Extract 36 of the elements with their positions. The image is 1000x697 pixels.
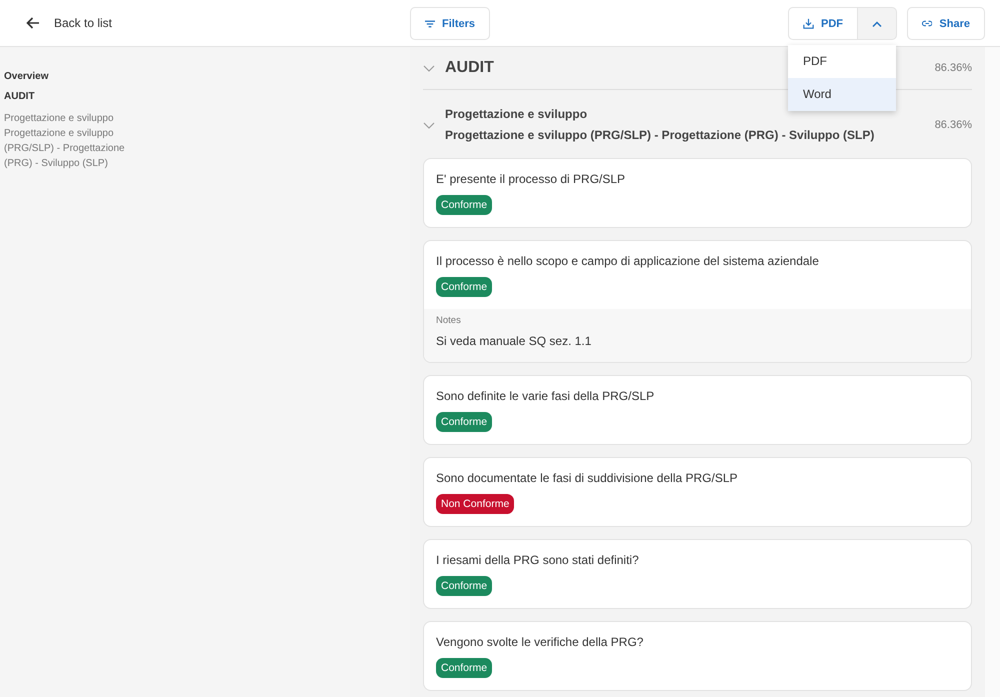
question-text: Vengono svolte le verifiche della PRG? xyxy=(436,635,644,649)
question-text: Sono definite le varie fasi della PRG/SLP xyxy=(436,389,654,403)
pdf-export-button[interactable]: PDF xyxy=(788,7,858,40)
section-title: AUDIT xyxy=(445,59,494,77)
sidebar-item[interactable]: Progettazione e sviluppo Progettazione e sviluppo (PRG/SLP) - Progettazione (PRG) - Sviluppo (SLP) xyxy=(4,111,134,171)
subsection-title: Progettazione e sviluppo xyxy=(445,106,588,123)
status-badge: Conforme xyxy=(436,277,492,297)
back-link[interactable]: Back to list xyxy=(26,12,112,34)
status-badge: Conforme xyxy=(436,658,492,678)
caret-icon xyxy=(872,20,882,26)
question-text: Il processo è nello scopo e campo di applicazione del sistema aziendale xyxy=(436,254,819,268)
filter-icon xyxy=(425,20,435,28)
export-menu-toggle[interactable] xyxy=(858,7,897,40)
status-badge: Conforme xyxy=(436,412,492,432)
notes-label: Notes xyxy=(436,315,462,326)
download-icon xyxy=(803,17,814,30)
question-text: Sono documentate le fasi di suddivisione della PRG/SLP xyxy=(436,471,738,485)
share-button[interactable]: Share xyxy=(907,7,985,40)
sidebar-item[interactable]: AUDIT xyxy=(4,91,410,102)
arrow-left-icon xyxy=(26,17,40,29)
notes-text: Si veda manuale SQ sez. 1.1 xyxy=(436,334,592,348)
question-text: E' presente il processo di PRG/SLP xyxy=(436,172,626,186)
chevron-icon[interactable] xyxy=(423,122,435,128)
chevron-icon[interactable] xyxy=(423,64,435,72)
menu-item[interactable]: PDF xyxy=(788,45,896,78)
sidebar-item[interactable]: Overview xyxy=(4,71,410,82)
question-text: I riesami della PRG sono stati definiti? xyxy=(436,553,639,567)
status-badge: Non Conforme xyxy=(436,494,514,514)
link-icon xyxy=(922,20,932,27)
status-badge: Conforme xyxy=(436,195,492,215)
status-badge: Conforme xyxy=(436,576,492,596)
menu-item[interactable]: Word xyxy=(788,78,896,111)
subsection-score: 86.36% xyxy=(934,119,972,131)
subsection-subtitle: Progettazione e sviluppo (PRG/SLP) - Progettazione (PRG) - Sviluppo (SLP) xyxy=(445,127,876,144)
section-score: 86.36% xyxy=(934,62,972,74)
filters-button[interactable]: Filters xyxy=(410,7,490,40)
